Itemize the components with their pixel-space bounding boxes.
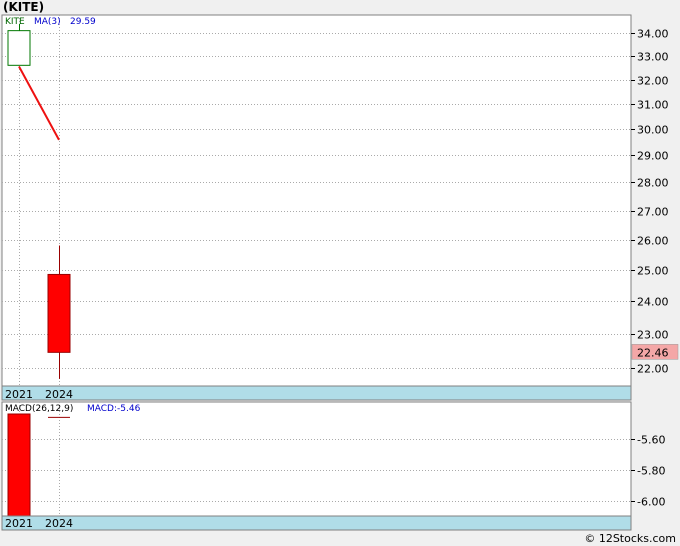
credit-text: © 12Stocks.com bbox=[584, 532, 676, 545]
macd-tick-label: -5.80 bbox=[637, 465, 665, 478]
macd-x-tick-label: 2024 bbox=[45, 517, 73, 530]
macd-legend-value: MACD:-5.46 bbox=[87, 404, 141, 414]
price-tick-label: 33.00 bbox=[637, 51, 669, 64]
candle-body bbox=[7, 30, 31, 66]
candle-body bbox=[47, 273, 71, 353]
last-price-label: 22.46 bbox=[637, 346, 669, 359]
macd-tick-label: -5.60 bbox=[637, 434, 665, 447]
price-x-tick-label: 2024 bbox=[45, 388, 73, 401]
macd-tick-label: -6.00 bbox=[637, 496, 665, 509]
macd-legend-label: MACD(26,12,9) bbox=[5, 404, 73, 414]
macd-bar bbox=[7, 413, 31, 517]
price-tick-label: 31.00 bbox=[637, 99, 669, 112]
macd-x-tick-label: 2021 bbox=[5, 517, 33, 530]
price-plot-area bbox=[1, 14, 632, 387]
price-x-axis-band bbox=[1, 385, 632, 401]
price-tick-label: 25.00 bbox=[637, 265, 669, 278]
legend-ma-value: 29.59 bbox=[70, 17, 96, 27]
price-tick-label: 29.00 bbox=[637, 150, 669, 163]
price-tick-label: 23.00 bbox=[637, 329, 669, 342]
price-tick-label: 32.00 bbox=[637, 75, 669, 88]
price-tick-label: 24.00 bbox=[637, 296, 669, 309]
price-panel: 22.00 23.00 24.00 25.00 26.00 27.00 28.00 29.00… bbox=[1, 14, 679, 401]
macd-plot-area bbox=[1, 401, 632, 517]
price-tick-label: 27.00 bbox=[637, 206, 669, 219]
price-tick-label: 28.00 bbox=[637, 177, 669, 190]
price-tick-label: 34.00 bbox=[637, 28, 669, 41]
macd-panel: -5.60 -5.80 -6.00 MACD(26,12,9) MACD:-5.46 20… bbox=[1, 401, 665, 531]
legend-ticker: KITE bbox=[5, 17, 25, 27]
macd-x-axis-band bbox=[1, 515, 632, 531]
price-tick-label: 30.00 bbox=[637, 124, 669, 137]
price-tick-label: 26.00 bbox=[637, 235, 669, 248]
price-tick-label: 22.00 bbox=[637, 363, 669, 376]
stock-chart: 22.00 23.00 24.00 25.00 26.00 27.00 28.00 29.00… bbox=[1, 14, 679, 531]
price-x-tick-label: 2021 bbox=[5, 388, 33, 401]
legend-ma-label: MA(3) bbox=[34, 17, 61, 27]
